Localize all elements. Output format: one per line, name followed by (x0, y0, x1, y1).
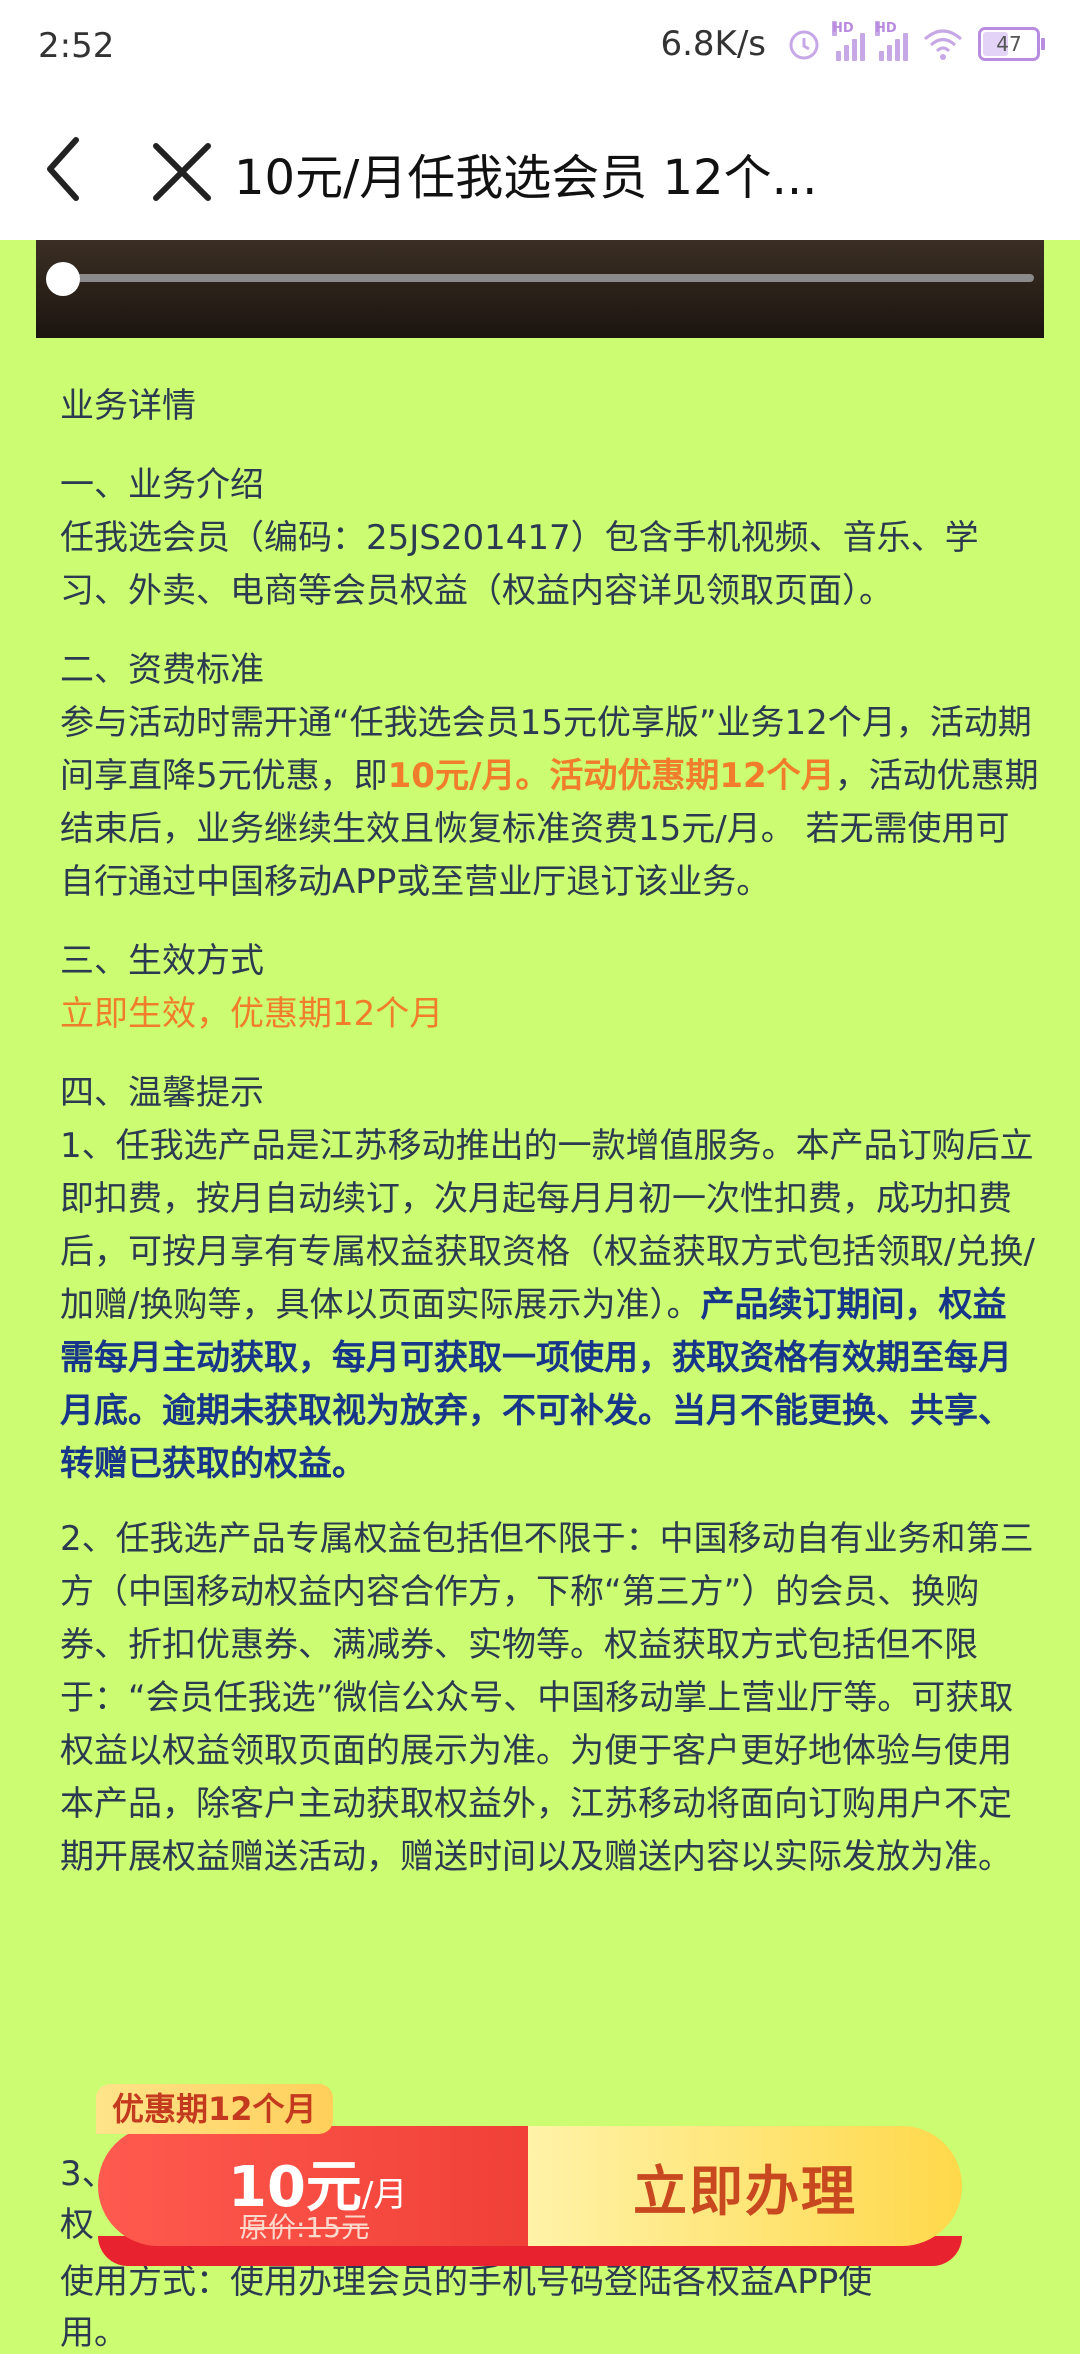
tip-1: 1、任我选产品是江苏移动推出的一款增值服务。本产品订购后立即扣费，按月自动续订，… (60, 1126, 1035, 1484)
signal-1-icon: HD (832, 21, 865, 61)
apply-button[interactable]: 立即办理 (528, 2126, 962, 2246)
wifi-icon (924, 29, 962, 60)
section-intro-title: 一、业务介绍 (60, 465, 264, 505)
bottom-cta: 10元/月 原价:15元 立即办理 (98, 2126, 962, 2266)
back-icon[interactable] (36, 134, 96, 204)
video-progress-track[interactable] (62, 274, 1034, 282)
battery-icon: 47 (978, 27, 1045, 61)
section-intro-body: 任我选会员（编码：25JS201417）包含手机视频、音乐、学习、外卖、电商等会… (60, 518, 979, 611)
tip-3-line4: 用。 (60, 2313, 128, 2353)
section-fee-body: 参与活动时需开通“任我选会员15元优享版”业务12个月，活动期间享直降5元优惠，… (60, 703, 1039, 902)
original-price: 原价:15元 (240, 2211, 370, 2244)
signal-2-icon: HD (875, 21, 908, 61)
section-effect-body: 立即生效，优惠期12个月 (60, 994, 444, 1034)
section-fee-title: 二、资费标准 (60, 650, 264, 690)
status-icons: 6.8K/s HD HD 47 (660, 21, 1045, 64)
video-player[interactable] (0, 240, 1080, 338)
video-progress-thumb[interactable] (46, 262, 80, 296)
status-time: 2:52 (38, 26, 115, 66)
apply-label: 立即办理 (633, 2159, 857, 2223)
page-title: 10元/月任我选会员 12个... (234, 150, 818, 206)
alarm-icon (789, 30, 819, 60)
section-tips-title: 四、温馨提示 (60, 1073, 264, 1113)
network-speed: 6.8K/s (660, 24, 766, 64)
section-effect-title: 三、生效方式 (60, 941, 264, 981)
details-heading: 业务详情 (60, 386, 196, 426)
close-icon[interactable] (150, 140, 214, 204)
status-bar: 2:52 6.8K/s HD HD 47 (0, 0, 1080, 96)
price-panel: 10元/月 原价:15元 (98, 2126, 528, 2246)
tip-2: 2、任我选产品专属权益包括但不限于：中国移动自有业务和第三方（中国移动权益内容合… (60, 1519, 1034, 1877)
nav-bar: 10元/月任我选会员 12个... (0, 96, 1080, 241)
service-details: 业务详情 一、业务介绍 任我选会员（编码：25JS201417）包含手机视频、音… (60, 380, 1040, 1884)
battery-level: 47 (996, 32, 1022, 56)
promo-tag: 优惠期12个月 (96, 2084, 333, 2134)
fee-highlight: 10元/月。活动优惠期12个月 (387, 756, 835, 796)
